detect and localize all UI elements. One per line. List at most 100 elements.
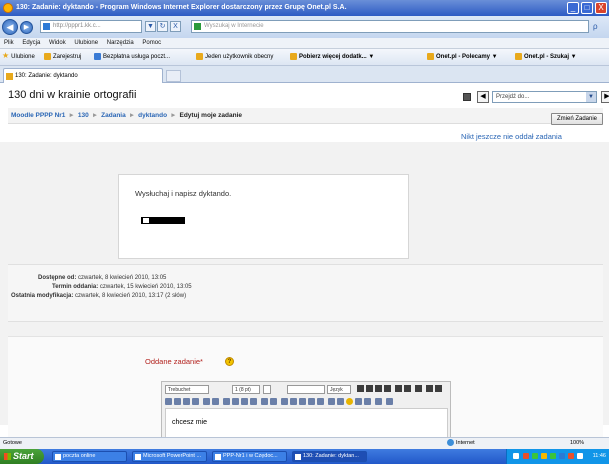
assignment-intro: Wysłuchaj i napisz dyktando. <box>118 174 409 259</box>
play-icon[interactable] <box>143 218 149 223</box>
paragraph-select[interactable] <box>263 385 271 394</box>
breadcrumb-link-course[interactable]: 130 <box>78 112 89 119</box>
taskbar-item-zadanie[interactable]: 130: Zadanie: dyktan... <box>292 451 367 462</box>
help-icon[interactable]: ? <box>225 357 234 366</box>
ordered-list-icon[interactable] <box>223 398 230 405</box>
font-size-select[interactable]: 1 (8 pt) <box>232 385 260 394</box>
edit-assignment-button[interactable]: Zmień Zadanie <box>551 113 603 125</box>
text-color-icon[interactable] <box>261 398 268 405</box>
unlink-icon[interactable] <box>308 398 315 405</box>
address-dropdown-button[interactable]: ▼ <box>145 21 156 32</box>
tray-icon[interactable] <box>532 453 538 459</box>
bold-icon[interactable] <box>357 385 364 392</box>
align-center-icon[interactable] <box>174 398 181 405</box>
new-tab-button[interactable] <box>166 70 181 82</box>
highlight-color-icon[interactable] <box>270 398 277 405</box>
start-button[interactable]: Start <box>0 449 44 464</box>
menu-item-favorites[interactable]: Ulubione <box>74 40 98 46</box>
window-title-bar: 130: Zadanie: dyktando - Program Windows… <box>0 0 609 16</box>
tab-active[interactable]: 130: Zadanie: dyktando <box>3 68 163 83</box>
menu-item-help[interactable]: Pomoc <box>142 40 161 46</box>
refresh-button[interactable]: ↻ <box>157 21 168 32</box>
jump-prev-button[interactable]: ◀ <box>477 91 489 103</box>
favorite-link-addons[interactable]: Pobierz więcej dodatk... ▼ <box>290 49 374 65</box>
align-right-icon[interactable] <box>183 398 190 405</box>
ltr-icon[interactable] <box>203 398 210 405</box>
image-icon[interactable] <box>328 398 335 405</box>
strikethrough-icon[interactable] <box>384 385 391 392</box>
menu-item-file[interactable]: Plik <box>4 40 14 46</box>
taskbar-item-powerpoint[interactable]: Microsoft PowerPoint ... <box>132 451 207 462</box>
tray-icon[interactable] <box>559 453 565 459</box>
html-source-icon[interactable] <box>375 398 382 405</box>
breadcrumb-link-assignments[interactable]: Zadania <box>101 112 126 119</box>
breadcrumb: Moodle PPPP Nr1 ► 130 ► Zadania ► dyktando ► Edy… <box>8 108 603 124</box>
unordered-list-icon[interactable] <box>232 398 239 405</box>
breadcrumb-link-dyktando[interactable]: dyktando <box>138 112 167 119</box>
style-select[interactable] <box>287 385 325 394</box>
rtl-icon[interactable] <box>212 398 219 405</box>
tray-icon[interactable] <box>523 453 529 459</box>
favorite-link-register[interactable]: Zarejestruj <box>44 49 81 65</box>
language-icon[interactable] <box>513 453 519 459</box>
nolink-icon[interactable] <box>317 398 324 405</box>
tray-icon[interactable] <box>568 453 574 459</box>
navigation-icon[interactable] <box>463 93 471 101</box>
taskbar-item-poczta[interactable]: poczta online <box>52 451 127 462</box>
superscript-icon[interactable] <box>404 385 411 392</box>
fullscreen-icon[interactable] <box>386 398 393 405</box>
jump-next-button[interactable]: ▶ <box>601 91 609 103</box>
back-button[interactable]: ◀ <box>2 19 18 35</box>
breadcrumb-link-moodle[interactable]: Moodle PPPP Nr1 <box>11 112 65 119</box>
favorites-button[interactable]: ★ Ulubione <box>2 49 35 65</box>
emoticon-icon[interactable] <box>346 398 353 405</box>
stop-button[interactable]: X <box>170 21 181 32</box>
menu-item-edit[interactable]: Edycja <box>22 40 40 46</box>
search-input[interactable]: Wyszukaj w Internecie <box>191 20 589 33</box>
volume-icon[interactable] <box>577 453 583 459</box>
indent-icon[interactable] <box>250 398 257 405</box>
tray-icon[interactable] <box>541 453 547 459</box>
audio-player[interactable] <box>141 217 185 224</box>
favorite-link-onet-szukaj[interactable]: Onet.pl - Szukaj ▼ <box>515 49 577 65</box>
favorite-link-user[interactable]: Jeden użytkownik obecny <box>196 49 273 65</box>
italic-icon[interactable] <box>366 385 373 392</box>
forward-button[interactable]: ▶ <box>20 21 33 34</box>
outdent-icon[interactable] <box>241 398 248 405</box>
available-from-value: czwartek, 8 kwiecień 2010, 13:05 <box>78 275 167 281</box>
underline-icon[interactable] <box>375 385 382 392</box>
font-select[interactable]: Trebuchet <box>165 385 209 394</box>
tray-icon[interactable] <box>550 453 556 459</box>
menu-item-tools[interactable]: Narzędzia <box>107 40 134 46</box>
no-submissions-link[interactable]: Nikt jeszcze nie oddał zadania <box>461 132 562 141</box>
undo-icon[interactable] <box>426 385 433 392</box>
close-button[interactable]: X <box>595 2 607 14</box>
url-field[interactable]: http://pppr1.kk.c... <box>40 20 142 33</box>
jump-to-select[interactable]: Przejdź do... ▼ <box>492 91 597 103</box>
clock[interactable]: 11:46 <box>593 449 606 464</box>
redo-icon[interactable] <box>435 385 442 392</box>
editor-text-area[interactable]: chcesz mie <box>165 408 448 437</box>
taskbar-item-ppp[interactable]: PPP-Nr1 i w Czędoc... <box>212 451 287 462</box>
justify-icon[interactable] <box>192 398 199 405</box>
maximize-button[interactable]: □ <box>581 2 593 14</box>
search-icon[interactable]: ρ <box>593 20 605 33</box>
subscript-icon[interactable] <box>395 385 402 392</box>
link-icon[interactable] <box>299 398 306 405</box>
favorite-link-onet-polecamy[interactable]: Onet.pl - Polecamy ▼ <box>427 49 498 65</box>
menu-item-view[interactable]: Widok <box>49 40 66 46</box>
anchor-icon[interactable] <box>290 398 297 405</box>
align-left-icon[interactable] <box>165 398 172 405</box>
search-replace-icon[interactable] <box>364 398 371 405</box>
chevron-down-icon[interactable]: ▼ <box>586 92 596 102</box>
clean-html-icon[interactable] <box>415 385 422 392</box>
favorite-link-mail[interactable]: Bezpłatna usługa poczt... <box>94 49 170 65</box>
favorite-label: Pobierz więcej dodatk... <box>299 54 367 60</box>
minimize-button[interactable]: _ <box>567 2 579 14</box>
last-modified-row: Ostatnia modyfikacja: czwartek, 8 kwieci… <box>11 293 186 299</box>
horizontal-rule-icon[interactable] <box>281 398 288 405</box>
language-select[interactable]: Język <box>327 385 351 394</box>
zoom-level[interactable]: 100% <box>570 438 584 449</box>
table-icon[interactable] <box>337 398 344 405</box>
special-char-icon[interactable] <box>355 398 362 405</box>
